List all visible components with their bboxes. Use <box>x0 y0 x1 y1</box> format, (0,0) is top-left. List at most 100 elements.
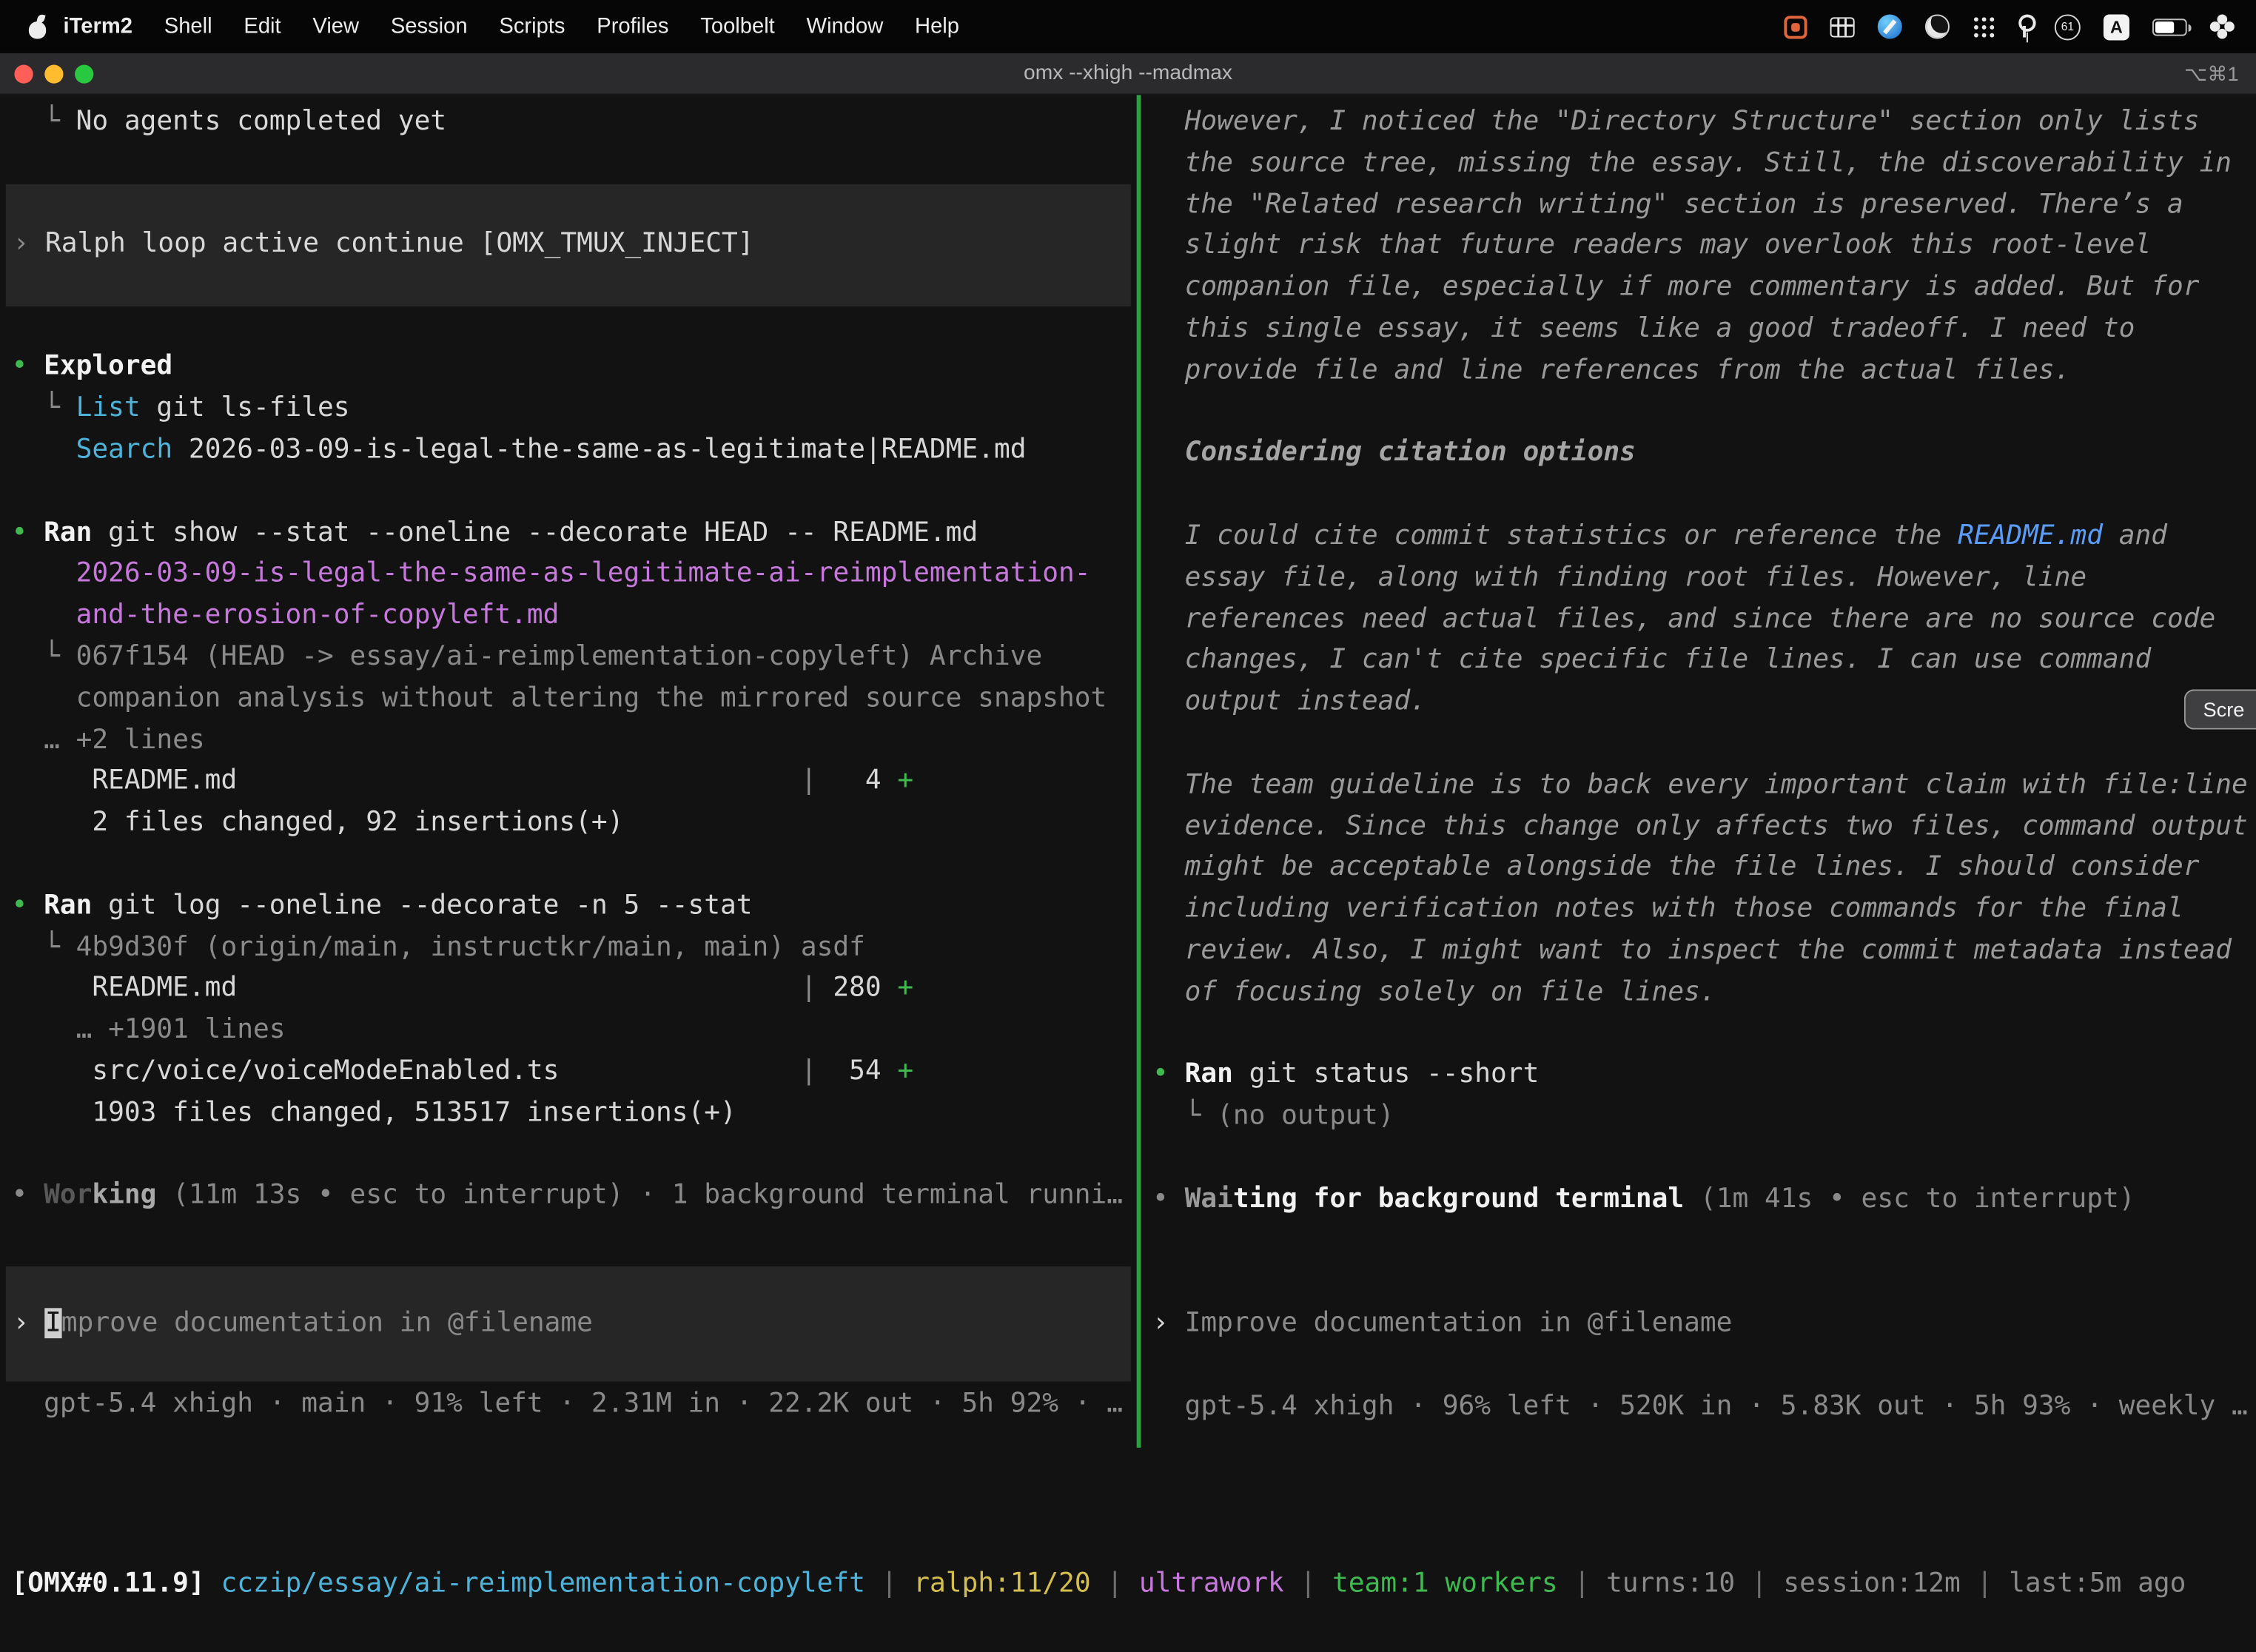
menu-item-shell[interactable]: Shell <box>148 14 228 38</box>
text-segment: | <box>801 1056 817 1087</box>
text-segment: Wai <box>1185 1184 1233 1215</box>
text-segment: essay file, along with finding root file… <box>1152 563 2087 593</box>
text-segment: ralph:11/20 <box>913 1568 1090 1599</box>
explored-header: • Explored <box>0 347 1137 389</box>
text-segment: 280 <box>817 973 898 1004</box>
reasoning-heading: Considering citation options <box>1141 434 2256 475</box>
text-segment: Explored <box>44 352 172 382</box>
macos-menu-bar: iTerm2ShellEditViewSessionScriptsProfile… <box>0 0 2256 53</box>
pane-divider[interactable] <box>1137 95 1141 1448</box>
window-title: omx --xhigh --madmax <box>0 53 2256 95</box>
text-segment: Ran <box>44 890 92 921</box>
log-diffstat-summary: 1903 files changed, 513517 insertions(+) <box>0 1093 1137 1135</box>
text-segment: (no output) <box>1217 1101 1394 1132</box>
text-segment: might be acceptable alongside the file l… <box>1152 853 2199 883</box>
terminal-area: └ No agents completed yet › Ralph loop ac… <box>0 95 2256 1652</box>
menu-item-edit[interactable]: Edit <box>228 14 297 38</box>
apple-menu-icon[interactable] <box>27 15 49 38</box>
terminal-pane-right[interactable]: However, I noticed the "Directory Struct… <box>1141 95 2256 1448</box>
text-segment: team:1 workers <box>1332 1568 1558 1599</box>
terminal-pane-left[interactable]: └ No agents completed yet › Ralph loop ac… <box>0 95 1137 1448</box>
dots-grid-icon[interactable] <box>1973 15 1995 38</box>
text-segment: └ <box>12 393 76 423</box>
text-segment: and <box>2103 521 2167 551</box>
dark-app-icon[interactable] <box>1925 14 1950 38</box>
blank-line <box>1141 475 2256 517</box>
ralph-loop-banner[interactable]: › Ralph loop active continue [OMX_TMUX_I… <box>6 184 1131 306</box>
text-segment: the "Related research writing" section i… <box>1152 189 2183 220</box>
diffstat-summary: 2 files changed, 92 insertions(+) <box>0 803 1137 845</box>
omx-status-line: [OMX#0.11.9] cczip/essay/ai-reimplementa… <box>0 1564 2256 1605</box>
text-segment: | <box>1735 1568 1783 1599</box>
prompt-input[interactable]: › Improve documentation in @filename <box>6 1303 1131 1345</box>
screen-recording-indicator-icon[interactable] <box>1784 15 1807 38</box>
reasoning-line: this single essay, it seems like a good … <box>1141 309 2256 351</box>
reasoning-line: references need actual files, and since … <box>1141 600 2256 641</box>
text-segment: references need actual files, and since … <box>1152 604 2215 634</box>
text-segment: mprove documentation in @filename <box>61 1308 593 1338</box>
text-segment: 2026-03-09-is-legal-the-same-as-legitima… <box>12 559 1091 589</box>
text-segment: • <box>12 1181 44 1211</box>
text-segment: › <box>13 1308 45 1338</box>
blank-line <box>1141 392 2256 434</box>
elided-lines-note: … +2 lines <box>0 720 1137 762</box>
menu-items: iTerm2ShellEditViewSessionScriptsProfile… <box>49 14 975 38</box>
gauge-icon[interactable]: 61 <box>2055 13 2081 39</box>
reasoning-line: provide file and line references from th… <box>1141 351 2256 392</box>
text-segment: ting for background terminal <box>1233 1184 1684 1215</box>
blank-line <box>1141 1221 2256 1263</box>
text-segment: Ran <box>44 517 92 548</box>
text-segment: • <box>12 517 44 548</box>
explored-list-line: └ List git ls-files <box>0 389 1137 430</box>
menu-item-toolbelt[interactable]: Toolbelt <box>685 14 790 38</box>
text-segment: output instead. <box>1152 687 1426 717</box>
window-title-bar: omx --xhigh --madmax ⌥⌘1 <box>0 53 2256 95</box>
screen-notification-peek[interactable]: Scre <box>2184 689 2256 729</box>
compass-icon[interactable] <box>1878 14 1902 38</box>
text-segment: [OMX#0.11.9] <box>12 1568 205 1599</box>
reasoning-line: output instead. <box>1141 682 2256 724</box>
menu-item-help[interactable]: Help <box>899 14 976 38</box>
model-status-line: gpt-5.4 xhigh · main · 91% left · 2.31M … <box>0 1385 1137 1426</box>
menu-item-window[interactable]: Window <box>790 14 899 38</box>
fan-icon[interactable] <box>2210 14 2235 38</box>
prompt-input[interactable]: › Improve documentation in @filename <box>1141 1304 2256 1346</box>
text-segment: cczip/essay/ai-reimplementation-copyleft <box>221 1568 865 1599</box>
text-segment: README.md <box>12 973 801 1004</box>
working-status-line: • Working (11m 13s • esc to interrupt) ·… <box>0 1176 1137 1218</box>
text-segment: | <box>1091 1568 1139 1599</box>
text-segment: and-the-erosion-of-copyleft.md <box>12 600 560 631</box>
text-segment: the source tree, missing the essay. Stil… <box>1152 148 2232 178</box>
agents-status-line: └ No agents completed yet <box>0 102 1137 144</box>
text-segment: + <box>897 1056 913 1087</box>
text-segment: Improve documentation in @filename <box>1185 1309 1733 1339</box>
text-segment: session:12m <box>1783 1568 1960 1599</box>
text-segment: king <box>92 1181 156 1211</box>
text-segment: Ralph loop active continue [OMX_TMUX_INJ… <box>45 229 753 259</box>
menu-item-scripts[interactable]: Scripts <box>483 14 581 38</box>
menu-item-profiles[interactable]: Profiles <box>581 14 685 38</box>
reasoning-line: the source tree, missing the essay. Stil… <box>1141 144 2256 185</box>
log-diffstat-readme: README.md | 280 + <box>0 969 1137 1010</box>
text-segment: The team guideline is to back every impo… <box>1152 770 2248 800</box>
reasoning-line: However, I noticed the "Directory Struct… <box>1141 102 2256 144</box>
ran-git-status-header: • Ran git status --short <box>1141 1055 2256 1097</box>
blank-line <box>0 471 1137 513</box>
key-icon[interactable] <box>2018 14 2031 38</box>
battery-icon[interactable] <box>2152 18 2187 35</box>
menu-item-iterm2[interactable]: iTerm2 <box>49 14 148 38</box>
essay-filename-line1: 2026-03-09-is-legal-the-same-as-legitima… <box>0 554 1137 596</box>
grid-icon[interactable] <box>1830 16 1855 36</box>
prompt-input-box[interactable]: › Improve documentation in @filename <box>6 1266 1131 1382</box>
reasoning-line: The team guideline is to back every impo… <box>1141 765 2256 807</box>
text-segment: 067f154 (HEAD -> essay/ai-reimplementati… <box>76 642 1043 672</box>
text-segment: evidence. Since this change only affects… <box>1152 811 2248 842</box>
text-segment: ultrawork <box>1139 1568 1284 1599</box>
text-segment: src/voice/voiceModeEnabled.ts <box>12 1056 801 1087</box>
menu-item-session[interactable]: Session <box>375 14 483 38</box>
input-source-icon[interactable]: A <box>2104 13 2129 39</box>
text-segment <box>205 1568 221 1599</box>
text-segment: └ <box>12 642 76 672</box>
text-segment: gpt-5.4 xhigh · main · 91% left · 2.31M … <box>12 1389 1123 1420</box>
menu-item-view[interactable]: View <box>297 14 375 38</box>
